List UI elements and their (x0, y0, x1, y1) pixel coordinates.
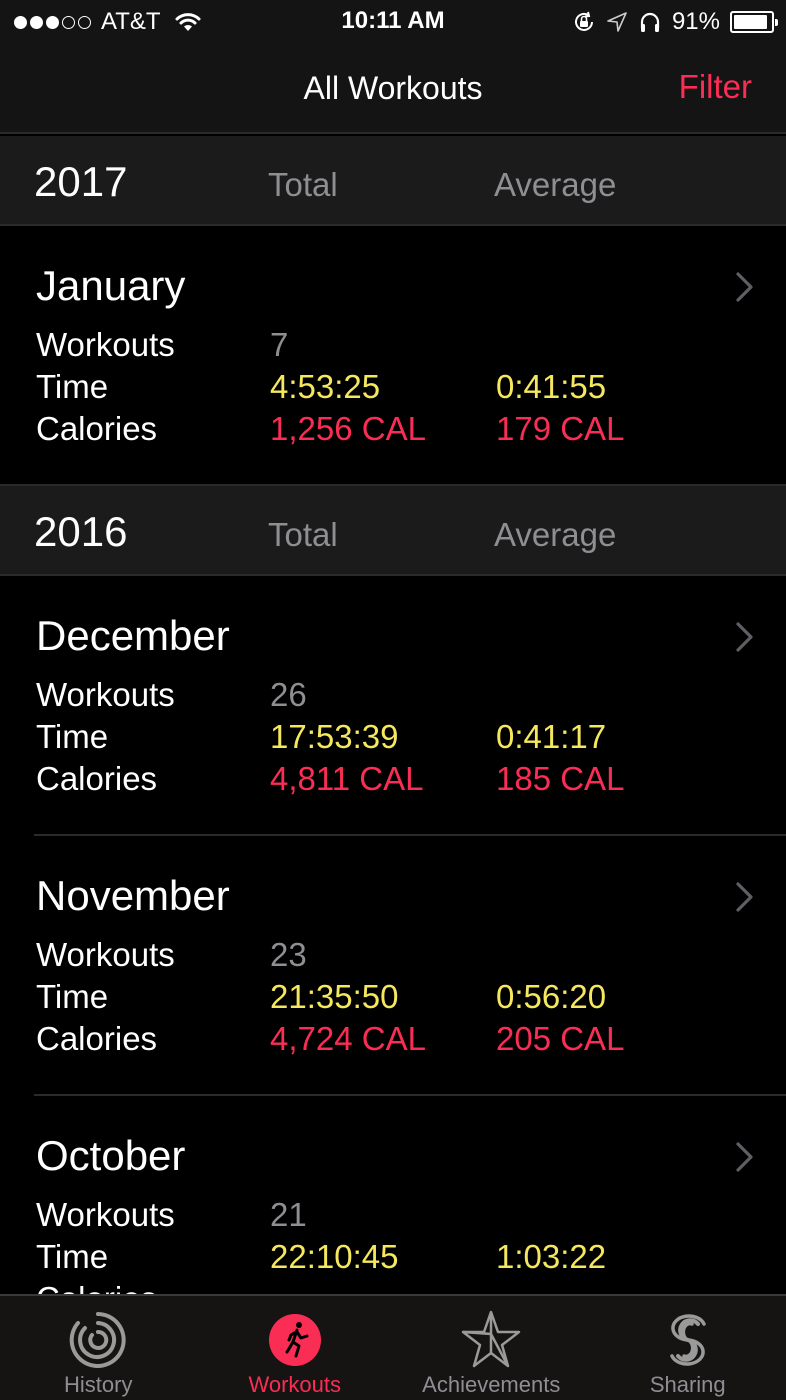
chevron-right-icon (736, 1142, 753, 1172)
year-label: 2016 (34, 508, 128, 555)
workouts-stat-row: Workouts 21 (36, 1196, 776, 1238)
time-stat-row: Time 22:10:45 1:03:22 (36, 1238, 776, 1280)
battery-level (734, 15, 767, 29)
chevron-right-icon (736, 622, 753, 652)
tab-label: Achievements (422, 1372, 561, 1397)
month-name: December (36, 612, 230, 659)
page-title: All Workouts (303, 70, 483, 106)
time-average: 0:56:20 (496, 978, 607, 1015)
month-row[interactable]: November Workouts 23 Time 21:35:50 0:56:20 Cal… (0, 836, 786, 1096)
month-row[interactable]: January Workouts 7 Time 4:53:25 0:41:55 Calori… (0, 226, 786, 486)
stat-label: Time (36, 718, 109, 755)
workouts-stat-row: Workouts 7 (36, 326, 776, 368)
tab-label: History (64, 1372, 133, 1397)
tab-history[interactable]: History (0, 1296, 197, 1400)
filter-button[interactable]: Filter (679, 68, 752, 106)
tab-achievements[interactable]: Achievements (393, 1296, 590, 1400)
calories-average: 179 CAL (496, 410, 625, 447)
workouts-list[interactable]: 2017 Total Average January Workouts 7 Time 4:53… (0, 136, 786, 1356)
time-total: 17:53:39 (270, 718, 399, 755)
tab-label: Workouts (248, 1372, 341, 1397)
star-icon (462, 1310, 521, 1368)
tab-bar: History Workouts Achievements Sharing (0, 1294, 786, 1400)
top-bar: AT&T 10:11 AM 91% All Workouts Filter (0, 0, 786, 134)
workouts-count: 26 (270, 676, 307, 713)
stat-label: Workouts (36, 326, 175, 363)
running-figure-icon (268, 1314, 321, 1366)
column-header-total: Total (268, 166, 338, 203)
column-header-average: Average (494, 166, 617, 203)
year-header: 2017 Total Average (0, 136, 786, 226)
workouts-count: 23 (270, 936, 307, 973)
time-stat-row: Time 21:35:50 0:56:20 (36, 978, 776, 1020)
sharing-s-icon (670, 1314, 706, 1366)
location-icon (607, 12, 627, 32)
tab-sharing[interactable]: Sharing (590, 1296, 786, 1400)
battery-percent: 91% (671, 8, 720, 35)
column-header-total: Total (268, 516, 338, 553)
chevron-right-icon (736, 272, 753, 302)
status-right: 91% (572, 8, 778, 36)
stat-label: Calories (36, 760, 158, 797)
stat-label: Calories (36, 410, 158, 447)
time-total: 4:53:25 (270, 368, 381, 405)
status-bar: AT&T 10:11 AM 91% (0, 0, 786, 44)
stat-label: Time (36, 1238, 109, 1275)
time-average: 0:41:55 (496, 368, 607, 405)
calories-total: 1,256 CAL (270, 410, 426, 447)
stat-label: Workouts (36, 676, 175, 713)
screen: AT&T 10:11 AM 91% All Workouts Filter 20… (0, 0, 786, 1400)
navigation-bar: All Workouts Filter (0, 44, 786, 134)
time-average: 0:41:17 (496, 718, 607, 755)
workouts-stat-row: Workouts 26 (36, 676, 776, 718)
calories-total: 4,724 CAL (270, 1020, 426, 1057)
workouts-stat-row: Workouts 23 (36, 936, 776, 978)
workouts-count: 21 (270, 1196, 307, 1233)
calories-stat-row: Calories 1,256 CAL 179 CAL (36, 410, 776, 452)
chevron-right-icon (736, 882, 753, 912)
workouts-count: 7 (270, 326, 289, 363)
time-total: 22:10:45 (270, 1238, 399, 1275)
calories-stat-row: Calories 4,724 CAL 205 CAL (36, 1020, 776, 1062)
month-name: November (36, 872, 230, 919)
time-average: 1:03:22 (496, 1238, 607, 1275)
calories-average: 205 CAL (496, 1020, 625, 1057)
time-total: 21:35:50 (270, 978, 399, 1015)
stat-label: Time (36, 368, 109, 405)
orientation-lock-icon (574, 11, 593, 31)
battery-tip (775, 19, 778, 26)
month-row[interactable]: December Workouts 26 Time 17:53:39 0:41:17 Cal… (0, 576, 786, 836)
tab-workouts[interactable]: Workouts (197, 1296, 394, 1400)
month-name: October (36, 1132, 186, 1179)
stat-label: Time (36, 978, 109, 1015)
tab-label: Sharing (649, 1372, 726, 1397)
stat-label: Calories (36, 1020, 158, 1057)
calories-stat-row: Calories 4,811 CAL 185 CAL (36, 760, 776, 802)
stat-label: Workouts (36, 1196, 175, 1233)
stat-label: Workouts (36, 936, 175, 973)
calories-total: 4,811 CAL (270, 760, 424, 797)
year-header: 2016 Total Average (0, 486, 786, 576)
time-stat-row: Time 4:53:25 0:41:55 (36, 368, 776, 410)
year-label: 2017 (34, 158, 128, 205)
history-rings-icon (69, 1312, 126, 1368)
month-name: January (36, 262, 186, 309)
headphones-icon (640, 12, 660, 32)
time-stat-row: Time 17:53:39 0:41:17 (36, 718, 776, 760)
calories-average: 185 CAL (496, 760, 625, 797)
column-header-average: Average (494, 516, 617, 553)
battery-icon (730, 11, 778, 33)
